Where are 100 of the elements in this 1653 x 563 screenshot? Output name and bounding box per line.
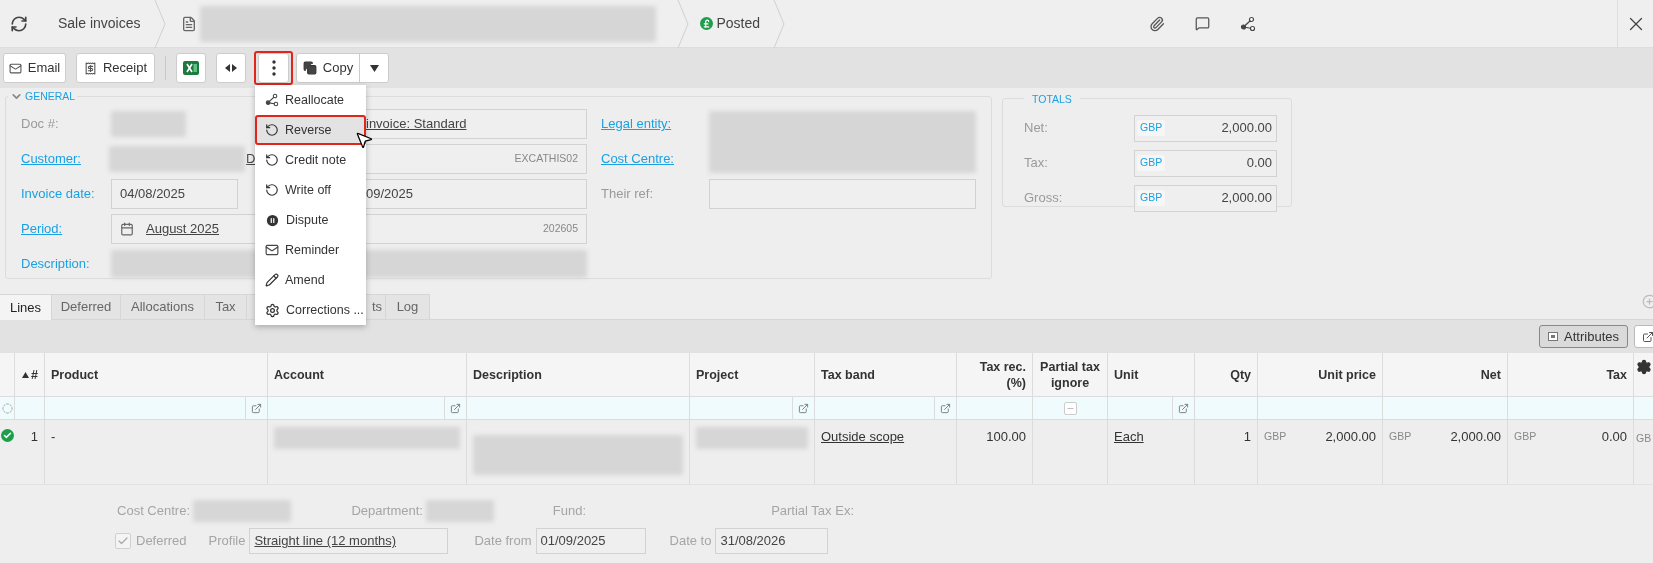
gear-icon <box>265 302 280 318</box>
menu-item[interactable]: Write off <box>255 175 366 205</box>
checkbox-label: Deferred <box>136 532 187 551</box>
field-label: Description: <box>21 255 90 273</box>
column-header[interactable]: Tax band <box>821 366 875 383</box>
field-label: Date to <box>669 532 712 551</box>
breadcrumb-chevron <box>152 0 167 48</box>
menu-item[interactable]: Corrections ... <box>255 295 366 325</box>
breadcrumb-link[interactable]: Sale invoices <box>58 13 141 34</box>
field-label: Net: <box>1024 119 1049 138</box>
receipt-icon <box>83 61 97 75</box>
cell-link[interactable]: Each <box>1114 427 1144 447</box>
tab[interactable]: Log <box>386 294 430 319</box>
field-label: Gross: <box>1024 189 1064 208</box>
excel-button[interactable] <box>176 53 206 83</box>
breadcrumb-chevron <box>772 0 787 48</box>
table-cell-text: - <box>51 428 56 446</box>
field-label: Invoice date: <box>21 185 95 203</box>
menu-item[interactable]: Reallocate <box>255 85 366 115</box>
field-label: Tax: <box>1024 154 1049 173</box>
input-field[interactable]: Straight line (12 months) <box>249 528 449 554</box>
column-header[interactable]: Description <box>473 366 542 383</box>
refresh-icon <box>10 14 28 33</box>
table-cell-text: GBP 2,000.00 <box>1389 428 1501 446</box>
column-header[interactable]: # <box>22 366 38 383</box>
amount-field: GBP 2,000.00 <box>1134 114 1277 142</box>
undo-arrow-icon <box>265 123 279 137</box>
tab[interactable]: Lines <box>0 294 52 320</box>
undo-arrow-icon <box>265 183 279 197</box>
menu-item[interactable]: Reverse <box>255 115 366 145</box>
status-label: Posted <box>716 14 761 33</box>
gear-icon[interactable] <box>1635 359 1652 375</box>
column-header[interactable]: Net <box>1480 366 1501 383</box>
tab[interactable]: Allocations <box>121 294 205 319</box>
field-label: Doc #: <box>21 115 59 133</box>
menu-item[interactable]: Reminder <box>255 235 366 265</box>
tab[interactable]: Tax <box>205 294 247 319</box>
column-header[interactable]: Qty <box>1230 366 1251 383</box>
table-cell: GB <box>1636 432 1652 444</box>
column-header[interactable]: Account <box>274 366 324 383</box>
table-cell-text: 1 <box>1243 428 1251 446</box>
table-cell-text: 1 <box>30 428 38 446</box>
table-cell-text: 100.00 <box>986 428 1026 446</box>
receipt-button[interactable]: Receipt <box>76 53 155 83</box>
checkmark-icon <box>117 535 129 547</box>
spreadsheet-icon <box>183 61 199 75</box>
popout-icon <box>1641 330 1653 343</box>
share-button[interactable] <box>1240 15 1256 32</box>
breadcrumb-chevron <box>675 0 690 48</box>
email-button[interactable]: Email <box>3 53 66 83</box>
column-header[interactable]: Tax rec. (%) <box>963 358 1026 391</box>
add-icon[interactable] <box>1642 294 1653 309</box>
input-field[interactable]: 31/08/2026 <box>715 528 829 554</box>
minus-box-icon[interactable] <box>1063 401 1077 415</box>
tag-icon <box>1548 332 1559 341</box>
envelope-icon <box>8 61 22 75</box>
cursor-icon <box>354 130 374 150</box>
column-header[interactable]: Partial tax ignore <box>1039 358 1101 391</box>
section-title: TOTALS <box>1032 93 1072 105</box>
field-label: Fund: <box>552 502 586 521</box>
pause-icon <box>265 212 280 228</box>
attachment-button[interactable] <box>1149 15 1165 32</box>
field-label: Profile <box>208 532 246 551</box>
amount-field: GBP 0.00 <box>1134 149 1277 177</box>
column-header[interactable]: Project <box>696 366 739 383</box>
column-header[interactable]: Unit <box>1114 366 1139 383</box>
input-field[interactable] <box>709 178 976 209</box>
pencil-icon <box>265 273 279 287</box>
comment-button[interactable] <box>1195 16 1210 31</box>
menu-item[interactable]: Dispute <box>255 205 366 235</box>
left-right-arrows-icon <box>225 64 237 72</box>
copy-icon <box>302 61 317 75</box>
caret-icon <box>369 64 379 72</box>
cell-link[interactable]: Outside scope <box>821 427 905 447</box>
menu-item[interactable]: Credit note <box>255 145 366 175</box>
more-icon <box>271 60 276 76</box>
column-header[interactable]: Tax <box>1606 366 1627 383</box>
popout-button[interactable] <box>1634 325 1653 348</box>
document-icon <box>180 15 197 32</box>
field-label: Date from <box>474 532 532 551</box>
table-cell-text: GBP 0.00 <box>1514 428 1627 446</box>
column-header[interactable]: Product <box>51 366 99 383</box>
attributes-button[interactable]: Attributes <box>1539 325 1628 348</box>
input-field[interactable]: 01/09/2025 <box>535 528 646 554</box>
comment-icon <box>1195 16 1210 31</box>
field-label[interactable]: D <box>246 149 256 169</box>
checkbox[interactable] <box>115 533 131 549</box>
menu-item[interactable]: Amend <box>255 265 366 295</box>
field-label: Cost Centre: <box>117 502 190 521</box>
field-label: Department: <box>351 502 423 521</box>
amount-field: GBP 2,000.00 <box>1134 184 1277 212</box>
calendar-icon <box>120 221 134 236</box>
section-title: GENERAL <box>25 89 76 104</box>
column-header[interactable]: Unit price <box>1318 366 1376 383</box>
table-cell-text: GBP 2,000.00 <box>1264 428 1376 446</box>
tab[interactable]: Deferred <box>52 294 121 319</box>
navigate-button[interactable] <box>216 53 246 83</box>
field-label: Partial Tax Ex: <box>771 502 854 521</box>
input-field[interactable]: 04/08/2025 <box>111 178 238 209</box>
undo-arrow-icon <box>265 153 279 167</box>
